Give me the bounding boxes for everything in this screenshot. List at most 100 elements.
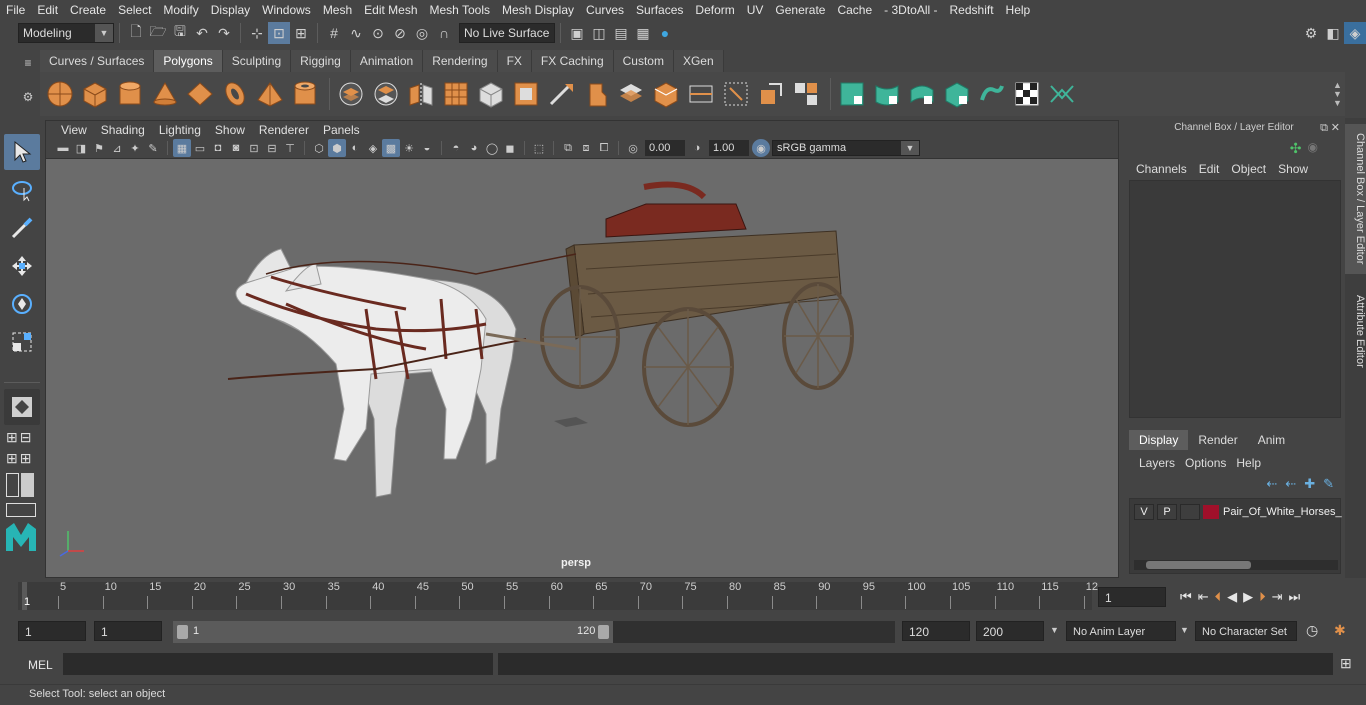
insert-edge-loop-icon[interactable] — [685, 78, 717, 110]
camera-select-icon[interactable]: ▬ — [54, 139, 72, 157]
field-chart-icon[interactable]: ⊡ — [245, 139, 263, 157]
play-forward-icon[interactable]: ▶ — [1243, 589, 1253, 605]
layer-playback-toggle[interactable]: P — [1157, 504, 1177, 520]
separate-icon[interactable] — [370, 78, 402, 110]
character-set-dropdown[interactable]: No Character Set — [1195, 621, 1297, 641]
camera-attributes-icon[interactable]: ◨ — [72, 139, 90, 157]
gamma-icon[interactable]: ◑ — [688, 139, 706, 157]
layer-visibility-toggle[interactable]: V — [1134, 504, 1154, 520]
tab-rigging[interactable]: Rigging — [291, 50, 351, 72]
menu-file[interactable]: File — [0, 0, 31, 20]
screen-space-ao-icon[interactable]: ◓ — [447, 139, 465, 157]
fill-hole-icon[interactable] — [650, 78, 682, 110]
snap-point-icon[interactable]: ⊙ — [367, 22, 389, 44]
2d-pan-icon[interactable]: ✦ — [126, 139, 144, 157]
layer-menu-layers[interactable]: Layers — [1134, 456, 1180, 470]
current-frame-field[interactable]: 1 — [1098, 587, 1166, 607]
select-object-icon[interactable]: ⊡ — [268, 22, 290, 44]
tab-render[interactable]: Render — [1188, 430, 1248, 450]
menu-create[interactable]: Create — [64, 0, 112, 20]
poly-torus-icon[interactable] — [219, 78, 251, 110]
redo-icon[interactable]: ↷ — [213, 22, 235, 44]
color-space-dropdown[interactable]: sRGB gamma ▼ — [772, 140, 920, 156]
layers-icon[interactable]: ◈ — [1344, 22, 1366, 44]
playback-start-field[interactable]: 1 — [94, 621, 162, 641]
motion-blur-icon[interactable]: ◕ — [465, 139, 483, 157]
menu-modify[interactable]: Modify — [157, 0, 204, 20]
viewport-menu-view[interactable]: View — [54, 123, 94, 137]
move-layer-up-icon[interactable]: ⇠ — [1266, 476, 1277, 492]
reduce-icon[interactable] — [475, 78, 507, 110]
grid-icon[interactable]: ▦ — [173, 139, 191, 157]
viewport-menu-show[interactable]: Show — [208, 123, 252, 137]
paint-select-tool-icon[interactable] — [4, 210, 40, 246]
channel-menu-object[interactable]: Object — [1225, 162, 1272, 176]
outliner-layout-icon[interactable] — [6, 473, 38, 497]
channel-menu-show[interactable]: Show — [1272, 162, 1314, 176]
range-end-handle[interactable] — [598, 625, 609, 639]
new-scene-icon[interactable]: 🗋 — [125, 22, 147, 44]
poly-sphere-icon[interactable] — [44, 78, 76, 110]
extrude-icon[interactable] — [510, 78, 542, 110]
poly-plane-icon[interactable] — [184, 78, 216, 110]
poly-cone-icon[interactable] — [149, 78, 181, 110]
go-to-start-icon[interactable]: ⏮ — [1180, 589, 1192, 605]
mel-label[interactable]: MEL — [28, 658, 53, 672]
render-frame-icon[interactable]: ◫ — [588, 22, 610, 44]
toggle-panels-icon[interactable]: ◧ — [1322, 22, 1344, 44]
uv-checker-icon[interactable] — [1011, 78, 1043, 110]
step-back-key-icon[interactable]: ⇤ — [1198, 589, 1209, 605]
menu-edit[interactable]: Edit — [31, 0, 64, 20]
snap-grid-icon[interactable]: # — [323, 22, 345, 44]
resolution-gate-icon[interactable]: ◘ — [209, 139, 227, 157]
bookmark-icon[interactable]: ⚑ — [90, 139, 108, 157]
film-gate-icon[interactable]: ▭ — [191, 139, 209, 157]
menu-cache[interactable]: Cache — [831, 0, 878, 20]
viewport-menu-lighting[interactable]: Lighting — [152, 123, 208, 137]
shadows-icon[interactable]: ◒ — [418, 139, 436, 157]
xray-icon[interactable]: ⧉ — [559, 139, 577, 157]
poly-pipe-icon[interactable] — [289, 78, 321, 110]
uv-planar-icon[interactable] — [836, 78, 868, 110]
append-polygon-icon[interactable] — [615, 78, 647, 110]
default-lighting-icon[interactable]: ◐ — [346, 139, 364, 157]
shelf-options[interactable]: ≡ ⚙ — [16, 50, 40, 116]
scale-tool-icon[interactable] — [4, 324, 40, 360]
tab-channel-box[interactable]: Channel Box / Layer Editor — [1345, 124, 1366, 274]
channel-menu-channels[interactable]: Channels — [1130, 162, 1193, 176]
gamma-field[interactable]: 1.00 — [709, 140, 749, 156]
open-scene-icon[interactable]: 🗁 — [147, 22, 169, 44]
tab-curves-surfaces[interactable]: Curves / Surfaces — [40, 50, 155, 72]
new-layer-icon[interactable]: ✚ — [1304, 476, 1315, 492]
tab-rendering[interactable]: Rendering — [423, 50, 498, 72]
channels-area[interactable] — [1129, 180, 1341, 418]
menu-redshift[interactable]: Redshift — [944, 0, 1000, 20]
viewport-menu-shading[interactable]: Shading — [94, 123, 152, 137]
menu-deform[interactable]: Deform — [689, 0, 740, 20]
layer-reference-toggle[interactable] — [1180, 504, 1200, 520]
range-slider[interactable]: 1 120 — [173, 621, 895, 643]
hypershade-icon[interactable]: ● — [654, 22, 676, 44]
combine-icon[interactable] — [335, 78, 367, 110]
menu-display[interactable]: Display — [205, 0, 256, 20]
poly-pyramid-icon[interactable] — [254, 78, 286, 110]
menu-3dtoall[interactable]: - 3DtoAll - — [878, 0, 943, 20]
live-surface-field[interactable]: No Live Surface — [459, 23, 555, 43]
go-to-end-icon[interactable]: ⏭ — [1289, 589, 1301, 605]
uv-editor-icon[interactable] — [1046, 78, 1078, 110]
close-icon[interactable]: ✕ — [1331, 118, 1340, 138]
textured-icon[interactable]: ▩ — [382, 139, 400, 157]
tab-animation[interactable]: Animation — [350, 50, 424, 72]
animation-start-field[interactable]: 1 — [18, 621, 86, 641]
menu-help[interactable]: Help — [1000, 0, 1037, 20]
tab-display[interactable]: Display — [1129, 430, 1189, 450]
tab-fx[interactable]: FX — [497, 50, 532, 72]
grease-pencil-icon[interactable]: ✎ — [144, 139, 162, 157]
layer-scrollbar[interactable] — [1134, 560, 1338, 570]
menu-mesh-tools[interactable]: Mesh Tools — [424, 0, 496, 20]
merge-icon[interactable] — [790, 78, 822, 110]
step-back-frame-icon[interactable]: ⏴ — [1215, 589, 1222, 605]
lasso-tool-icon[interactable] — [4, 172, 40, 208]
color-management-icon[interactable]: ◉ — [752, 139, 770, 157]
smooth-icon[interactable] — [440, 78, 472, 110]
